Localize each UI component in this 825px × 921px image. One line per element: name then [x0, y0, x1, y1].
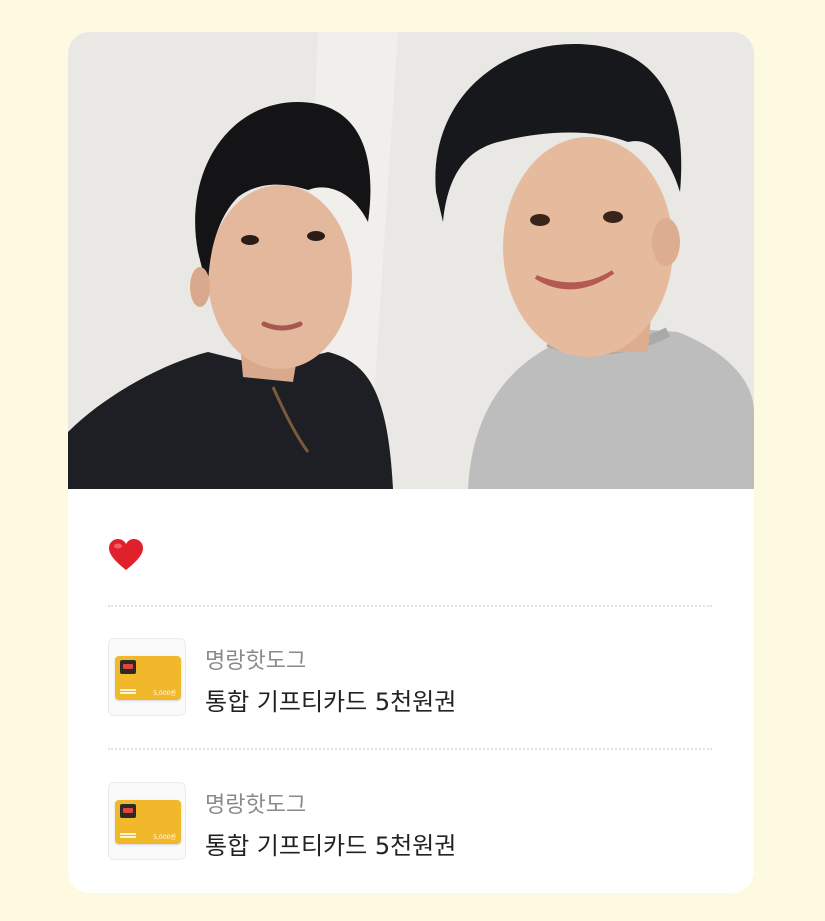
- dotted-divider: [108, 605, 712, 607]
- card-text-lines: [120, 836, 136, 838]
- gift-card-image: 5,000원: [115, 656, 181, 700]
- gift-card-image: 5,000원: [115, 800, 181, 844]
- gift-card-thumbnail: 5,000원: [108, 782, 186, 860]
- selfie-photo[interactable]: [68, 32, 754, 489]
- brand-logo-icon: [120, 804, 136, 818]
- gift-item[interactable]: 5,000원 명랑핫도그 통합 기프티카드 5천원권: [108, 638, 718, 718]
- card-price-label: 5,000원: [153, 690, 176, 697]
- card-text-lines: [120, 692, 136, 694]
- gift-product-name: 통합 기프티카드 5천원권: [205, 688, 457, 716]
- message-card: 5,000원 명랑핫도그 통합 기프티카드 5천원권 5,000원 명랑핫도그 …: [68, 32, 754, 893]
- gift-brand: 명랑핫도그: [205, 793, 307, 818]
- photo-illustration: [68, 32, 754, 489]
- gift-brand: 명랑핫도그: [205, 649, 307, 674]
- brand-logo-icon: [120, 660, 136, 674]
- card-price-label: 5,000원: [153, 834, 176, 841]
- gift-card-thumbnail: 5,000원: [108, 638, 186, 716]
- heart-emoji: [108, 538, 144, 572]
- gift-product-name: 통합 기프티카드 5천원권: [205, 832, 457, 860]
- gift-item[interactable]: 5,000원 명랑핫도그 통합 기프티카드 5천원권: [108, 782, 718, 862]
- dotted-divider: [108, 748, 712, 750]
